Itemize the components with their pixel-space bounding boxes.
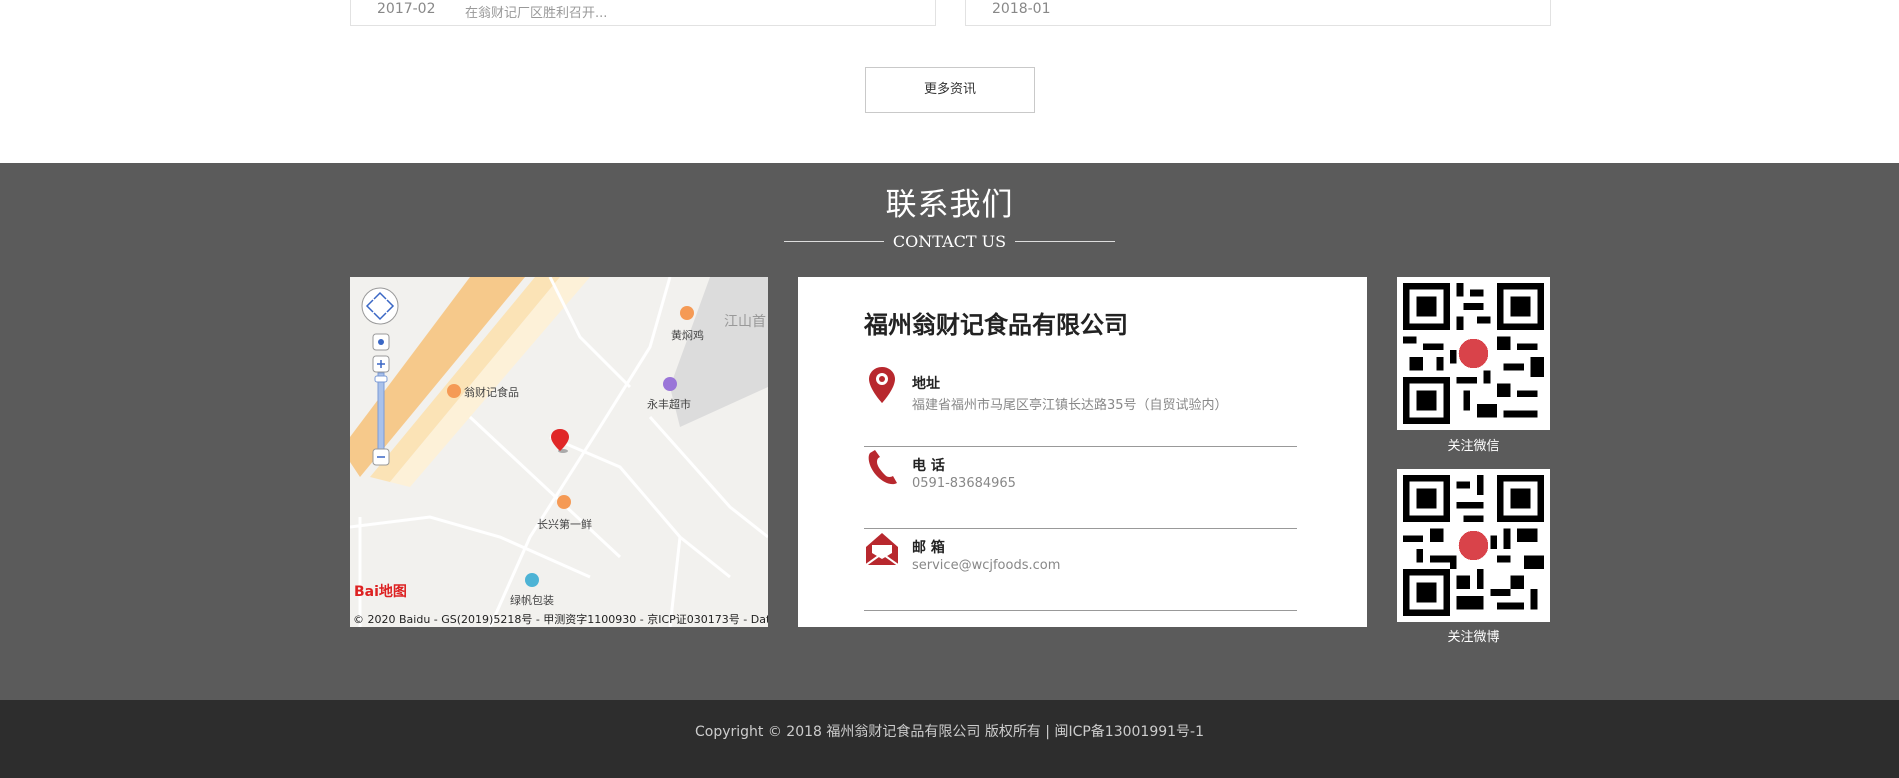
weibo-qr-code: [1397, 469, 1550, 622]
news-date: 2017-02: [377, 1, 436, 17]
map-locate-icon[interactable]: [372, 333, 390, 351]
company-name: 福州翁财记食品有限公司: [864, 311, 1128, 339]
poi-label: 翁财记食品: [464, 386, 519, 399]
more-news-button[interactable]: 更多资讯: [865, 67, 1035, 113]
poi-label: 永丰超市: [647, 398, 691, 411]
address-value: 福建省福州市马尾区亭江镇长达路35号（自贸试验内）: [912, 398, 1228, 413]
map-zoom-control[interactable]: [372, 355, 390, 467]
baidu-map[interactable]: 黄焖鸡 江山首 翁财记食品 永丰超市 长兴第一鲜 绿帆包装 Bai地图 © 20…: [350, 277, 768, 627]
news-date: 2018-01: [992, 1, 1051, 17]
address-label: 地址: [912, 376, 940, 392]
phone-label: 电 话: [912, 458, 945, 474]
poi-label: 黄焖鸡: [671, 329, 704, 342]
poi-label: 江山首: [724, 314, 766, 330]
location-marker-icon[interactable]: [549, 427, 571, 455]
mail-icon: [865, 533, 899, 566]
address-row: 地址 福建省福州市马尾区亭江镇长达路35号（自贸试验内）: [864, 365, 1297, 447]
weibo-caption: 关注微博: [1447, 630, 1500, 645]
footer-copyright: Copyright © 2018 福州翁财记食品有限公司 版权所有 | 闽ICP…: [694, 724, 1205, 740]
factory-poi-icon: [525, 573, 539, 587]
restaurant-poi-icon: [557, 495, 571, 509]
news-card-right[interactable]: 2018-01: [965, 0, 1551, 26]
shop-poi-icon: [663, 377, 677, 391]
location-pin-icon: [869, 367, 895, 403]
contact-section: 联系我们 CONTACT US 黄焖鸡 江山首 翁财记食品 永丰超市 长兴第一鲜…: [0, 163, 1899, 700]
map-pan-control[interactable]: [360, 286, 400, 326]
map-copyright: © 2020 Baidu - GS(2019)5218号 - 甲测资字11009…: [353, 613, 768, 626]
divider-line: [1015, 241, 1115, 242]
poi-label: 长兴第一鲜: [537, 518, 592, 531]
restaurant-poi-icon: [680, 306, 694, 320]
contact-title: 联系我们: [885, 187, 1014, 223]
footer: Copyright © 2018 福州翁财记食品有限公司 版权所有 | 闽ICP…: [0, 700, 1899, 778]
news-card-left[interactable]: 2017-02 在翁财记厂区胜利召开...: [350, 0, 936, 26]
email-label: 邮 箱: [912, 540, 945, 556]
restaurant-poi-icon: [447, 384, 461, 398]
poi-label: 绿帆包装: [510, 594, 554, 607]
wechat-caption: 关注微信: [1447, 439, 1500, 454]
wechat-qr-code: [1397, 277, 1550, 430]
contact-subtitle-wrap: CONTACT US: [784, 230, 1115, 254]
phone-row: 电 话 0591-83684965: [864, 447, 1297, 529]
qr-code-icon: [1403, 283, 1544, 424]
news-summary: 在翁财记厂区胜利召开...: [465, 6, 608, 21]
contact-info-card: 福州翁财记食品有限公司 地址 福建省福州市马尾区亭江镇长达路35号（自贸试验内）…: [798, 277, 1367, 627]
phone-icon: [868, 450, 897, 485]
baidu-logo[interactable]: Bai地图: [354, 581, 407, 601]
qr-code-icon: [1403, 475, 1544, 616]
email-row: 邮 箱 service@wcjfoods.com: [864, 529, 1297, 611]
phone-value[interactable]: 0591-83684965: [912, 476, 1016, 491]
email-value[interactable]: service@wcjfoods.com: [912, 558, 1060, 573]
